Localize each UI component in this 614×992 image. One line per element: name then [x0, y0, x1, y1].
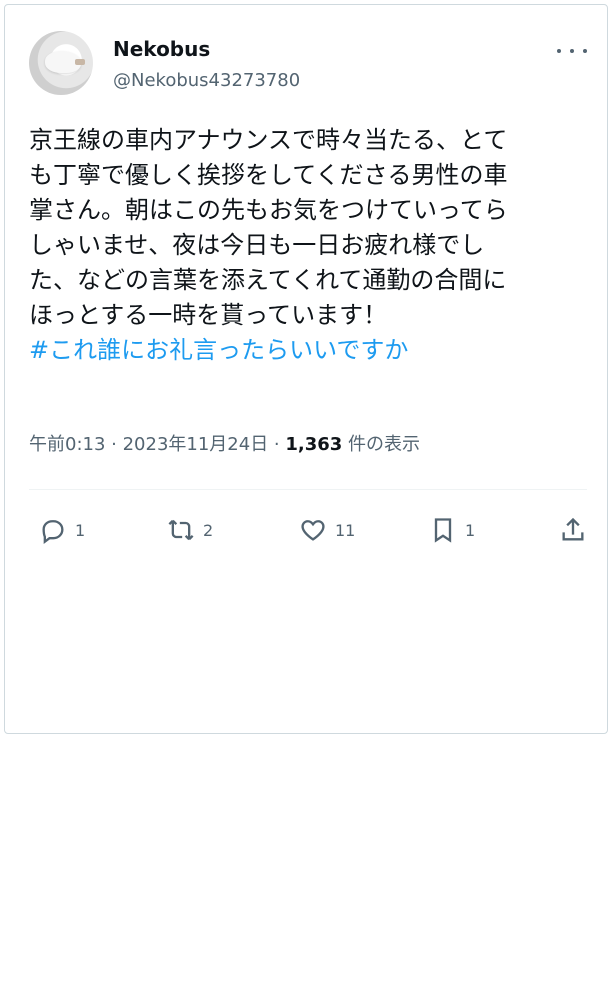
bookmark-count: 1	[465, 520, 476, 540]
dot	[583, 49, 587, 53]
like-count: 11	[335, 520, 356, 540]
dot	[557, 49, 561, 53]
tweet-line: た、などの言葉を添えてくれて通勤の合間に	[29, 266, 507, 294]
display-name[interactable]: Nekobus	[113, 37, 210, 61]
heart-icon	[301, 520, 325, 541]
like-button[interactable]: 11	[299, 508, 355, 552]
action-bar: 1 2 11 1	[29, 508, 587, 552]
dot	[570, 49, 574, 53]
reply-icon	[42, 520, 64, 544]
avatar[interactable]	[29, 31, 93, 95]
tweet-header: Nekobus @Nekobus43273780	[29, 29, 587, 101]
share-button[interactable]	[559, 508, 587, 552]
tweet-text: 京王線の車内アナウンスで時々当たる、とて も丁寧で優しく挨拶をしてくださる男性の…	[29, 123, 589, 368]
bookmark-icon	[434, 518, 452, 543]
views-label: 件の表示	[342, 434, 421, 455]
views-count: 1,363	[285, 434, 343, 455]
retweet-button[interactable]: 2	[167, 508, 213, 552]
user-handle[interactable]: @Nekobus43273780	[113, 69, 300, 93]
beak-shape	[75, 59, 85, 65]
tweet-line: しゃいませ、夜は今日も一日お疲れ様でし	[29, 231, 485, 259]
tweet-line: ほっとする一時を貰っています！	[29, 301, 388, 329]
divider	[29, 489, 587, 490]
share-icon	[562, 517, 584, 541]
tweet-line: 京王線の車内アナウンスで時々当たる、とて	[29, 126, 508, 154]
reply-count: 1	[75, 520, 86, 540]
more-options-icon[interactable]	[557, 39, 587, 63]
bookmark-button[interactable]: 1	[429, 508, 475, 552]
reply-button[interactable]: 1	[39, 508, 85, 552]
tweet-line: 掌さん。朝はこの先もお気をつけていってら	[29, 196, 508, 224]
tweet-line: も丁寧で優しく挨拶をしてくださる男性の車	[29, 161, 508, 189]
retweet-count: 2	[203, 520, 214, 540]
hashtag-link[interactable]: #これ誰にお礼言ったらいいですか	[29, 336, 408, 364]
tweet-card: Nekobus @Nekobus43273780 京王線の車内アナウンスで時々当…	[4, 4, 608, 734]
timestamp[interactable]: 午前0:13 · 2023年11月24日 ·	[29, 434, 285, 455]
tweet-meta: 午前0:13 · 2023年11月24日 · 1,363 件の表示	[29, 433, 420, 457]
retweet-icon	[168, 519, 194, 541]
